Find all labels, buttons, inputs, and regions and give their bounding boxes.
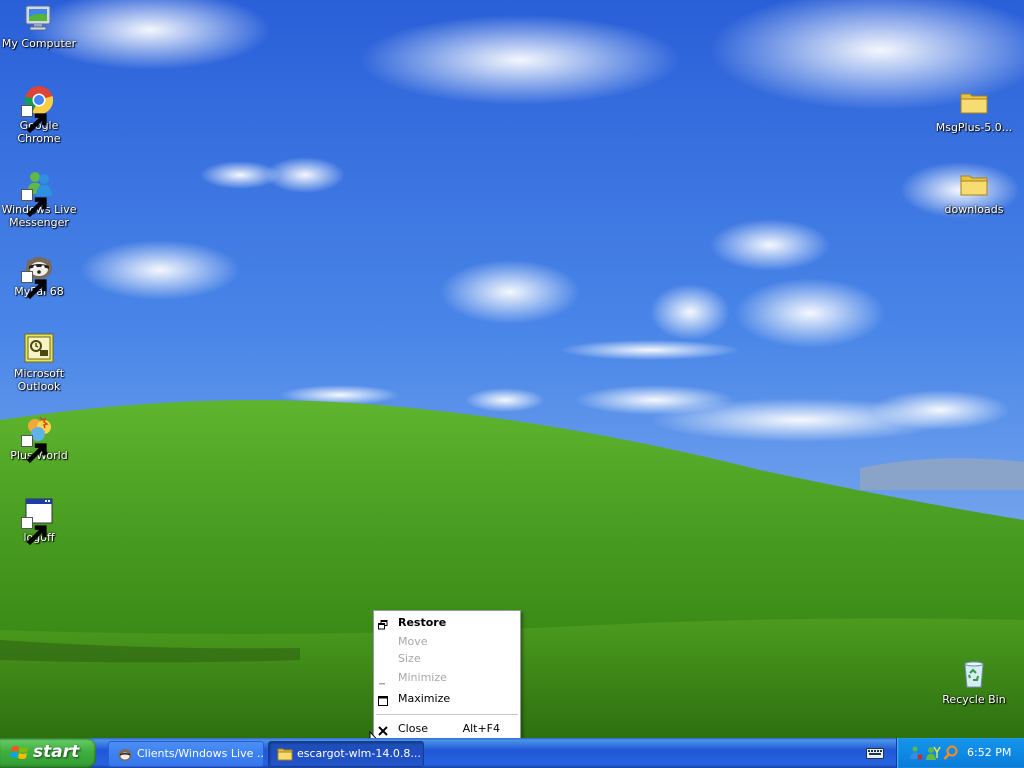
folder-icon [958,168,990,200]
minimize-icon [378,673,388,685]
messenger-icon [118,749,132,761]
menu-item-label: Size [398,652,421,665]
desktop-icon-mypal[interactable]: MyPal 68 [0,250,78,300]
start-button[interactable]: start [0,738,96,768]
maximize-icon [378,694,388,706]
desktop-icon-label: Recycle Bin [942,693,1006,706]
recycle-bin-icon [958,658,990,690]
taskbar: start Clients/Windows Live ... escargot-… [0,738,1024,768]
taskbar-button-escargot-folder[interactable]: escargot-wlm-14.0.8... [268,741,424,767]
shortcut-arrow-icon [21,105,47,134]
menu-item-close[interactable]: Close Alt+F4 [374,720,520,738]
menu-item-accelerator: Alt+F4 [462,722,500,735]
shortcut-arrow-icon [21,271,47,300]
menu-item-size[interactable]: Size [374,650,520,668]
menu-item-label: Maximize [398,692,451,705]
plus-world-icon [21,414,55,464]
keyboard-icon[interactable] [866,746,884,760]
menu-item-maximize[interactable]: Maximize [374,690,520,708]
logoff-icon [21,496,55,546]
shortcut-arrow-icon [21,517,47,546]
messenger-icon [21,168,55,218]
menu-item-label: Move [398,635,428,648]
my-computer-icon [23,2,55,34]
mypal-icon [21,250,55,300]
menu-item-minimize[interactable]: Minimize [374,669,520,687]
taskbar-button-label: Clients/Windows Live ... [137,747,264,760]
desktop-icon-plus-world[interactable]: Plus World [0,414,78,464]
folder-icon [277,748,293,761]
menu-item-label: Minimize [398,671,447,684]
search-icon[interactable] [943,745,959,761]
menu-separator [376,714,518,715]
desktop-icon-label: MsgPlus-5.0... [935,121,1013,134]
clock[interactable]: 6:52 PM [967,738,1011,768]
window-context-menu: Restore Move Size Minimize Maximize Clos… [373,610,521,744]
system-tray: 6:52 PM [896,738,1024,768]
windows-logo-icon [10,746,28,759]
shortcut-arrow-icon [21,189,47,218]
desktop-icon-google-chrome[interactable]: Google Chrome [0,84,78,145]
desktop-icon-label: My Computer [1,37,77,50]
desktop-icon-microsoft-outlook[interactable]: Microsoft Outlook [0,332,78,393]
taskbar-button-label: escargot-wlm-14.0.8... [297,747,421,760]
messenger-status-icon[interactable] [925,745,941,761]
desktop-icon-my-computer[interactable]: My Computer [0,2,78,50]
menu-item-label: Close [398,722,428,735]
menu-item-move[interactable]: Move [374,633,520,651]
menu-item-restore[interactable]: Restore [374,614,520,632]
desktop-icon-downloads-folder[interactable]: downloads [935,168,1013,216]
desktop-icon-windows-live-messenger[interactable]: Windows Live Messenger [0,168,78,229]
network-icon[interactable] [907,745,923,761]
folder-icon [958,86,990,118]
chrome-icon [21,84,55,134]
shortcut-arrow-icon [21,435,47,464]
desktop-icon-label: downloads [944,203,1004,216]
taskbar-button-messenger-clients[interactable]: Clients/Windows Live ... [108,741,264,767]
menu-item-label: Restore [398,616,447,629]
desktop-icon-msgplus-folder[interactable]: MsgPlus-5.0... [935,86,1013,134]
desktop-icon-logoff[interactable]: logoff [0,496,78,546]
restore-icon [378,618,388,630]
start-label: start [33,742,80,762]
desktop-icon-label: Microsoft Outlook [13,367,65,393]
outlook-icon [23,332,55,364]
desktop-icon-recycle-bin[interactable]: Recycle Bin [935,658,1013,706]
